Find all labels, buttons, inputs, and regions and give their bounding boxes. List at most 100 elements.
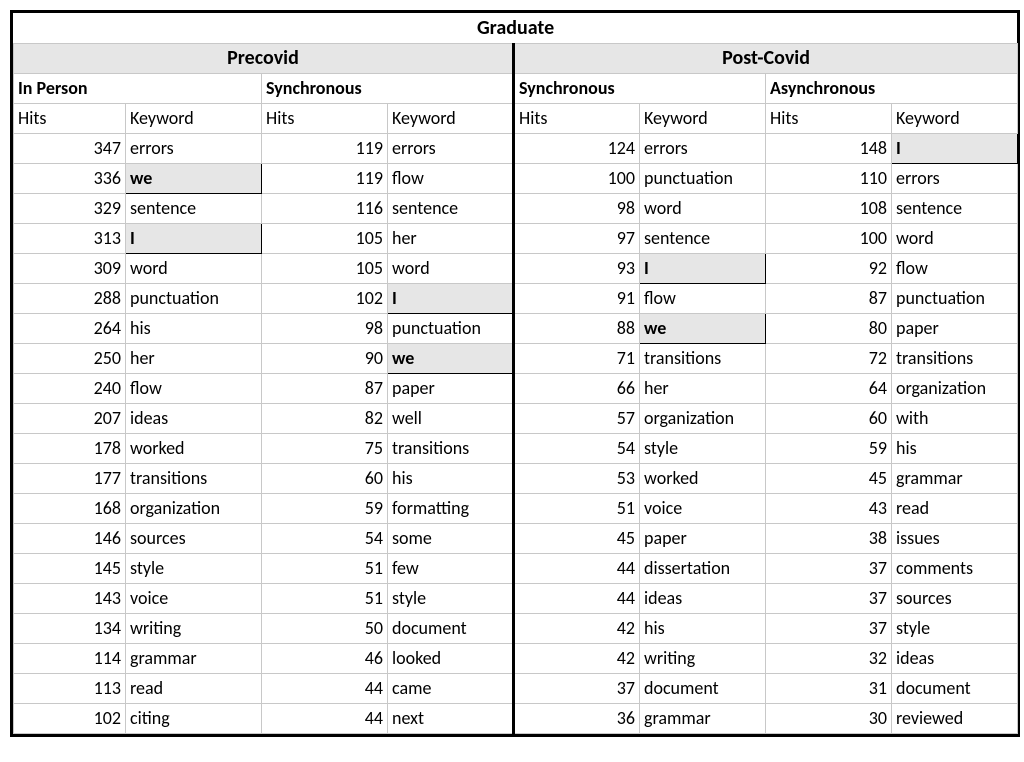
table-row: 250her90we71transitions72transitions (14, 343, 1018, 373)
hits-cell: 288 (14, 283, 126, 313)
hits-cell: 57 (514, 403, 640, 433)
keyword-cell: sentence (892, 193, 1018, 223)
hdr-keyword: Keyword (388, 103, 514, 133)
hits-cell: 264 (14, 313, 126, 343)
keyword-cell: organization (892, 373, 1018, 403)
keyword-cell: we (126, 163, 262, 193)
hdr-hits: Hits (766, 103, 892, 133)
keyword-cell: I (640, 253, 766, 283)
hits-cell: 38 (766, 523, 892, 553)
hits-cell: 108 (766, 193, 892, 223)
keyword-cell: citing (126, 703, 262, 733)
hdr-keyword: Keyword (126, 103, 262, 133)
table-row: 114grammar46looked42writing32ideas (14, 643, 1018, 673)
hits-cell: 44 (262, 673, 388, 703)
keyword-cell: word (640, 193, 766, 223)
table-row: 288punctuation102I91flow87punctuation (14, 283, 1018, 313)
keyword-cell: issues (892, 523, 1018, 553)
keyword-cell: few (388, 553, 514, 583)
cat-sync-post: Synchronous (514, 73, 766, 103)
table-row: 145style51few44dissertation37comments (14, 553, 1018, 583)
hits-cell: 105 (262, 253, 388, 283)
cat-inperson: In Person (14, 73, 262, 103)
hits-cell: 54 (262, 523, 388, 553)
keyword-cell: paper (388, 373, 514, 403)
hits-cell: 59 (262, 493, 388, 523)
hits-cell: 92 (766, 253, 892, 283)
keyword-cell: errors (126, 133, 262, 163)
table-row: 178worked75transitions54style59his (14, 433, 1018, 463)
table-row: 309word105word93I92flow (14, 253, 1018, 283)
hits-cell: 37 (766, 583, 892, 613)
hits-cell: 88 (514, 313, 640, 343)
keyword-cell: grammar (640, 703, 766, 733)
keyword-cell: we (388, 343, 514, 373)
keyword-cell: grammar (892, 463, 1018, 493)
hits-cell: 82 (262, 403, 388, 433)
keyword-cell: ideas (640, 583, 766, 613)
keyword-cell: punctuation (388, 313, 514, 343)
hits-cell: 66 (514, 373, 640, 403)
keyword-cell: comments (892, 553, 1018, 583)
keyword-cell: voice (126, 583, 262, 613)
table-row: 207ideas82well57organization60with (14, 403, 1018, 433)
hits-cell: 102 (262, 283, 388, 313)
hits-cell: 53 (514, 463, 640, 493)
hits-cell: 51 (262, 583, 388, 613)
hdr-hits: Hits (514, 103, 640, 133)
keyword-cell: sentence (126, 193, 262, 223)
keyword-cell: punctuation (640, 163, 766, 193)
cat-sync-pre: Synchronous (262, 73, 514, 103)
keyword-cell: read (892, 493, 1018, 523)
keyword-cell: errors (640, 133, 766, 163)
keyword-cell: word (126, 253, 262, 283)
keyword-cell: I (892, 133, 1018, 163)
hits-cell: 98 (514, 193, 640, 223)
table-row: 113read44came37document31document (14, 673, 1018, 703)
hits-cell: 44 (514, 553, 640, 583)
hits-cell: 42 (514, 613, 640, 643)
hits-cell: 36 (514, 703, 640, 733)
keyword-cell: some (388, 523, 514, 553)
keyword-cell: worked (640, 463, 766, 493)
hits-cell: 168 (14, 493, 126, 523)
hits-cell: 51 (262, 553, 388, 583)
keyword-cell: word (388, 253, 514, 283)
keyword-cell: worked (126, 433, 262, 463)
keyword-cell: her (640, 373, 766, 403)
keyword-cell: I (388, 283, 514, 313)
hits-cell: 87 (262, 373, 388, 403)
keyword-cell: word (892, 223, 1018, 253)
hits-cell: 32 (766, 643, 892, 673)
keyword-cell: flow (892, 253, 1018, 283)
hits-cell: 178 (14, 433, 126, 463)
hits-cell: 100 (514, 163, 640, 193)
hits-cell: 134 (14, 613, 126, 643)
hits-cell: 50 (262, 613, 388, 643)
keyword-cell: her (126, 343, 262, 373)
table-row: 347errors119errors124errors148I (14, 133, 1018, 163)
hits-cell: 90 (262, 343, 388, 373)
table-row: 329sentence116sentence98word108sentence (14, 193, 1018, 223)
hits-cell: 114 (14, 643, 126, 673)
hits-cell: 143 (14, 583, 126, 613)
keyword-cell: flow (126, 373, 262, 403)
keyword-cell: flow (640, 283, 766, 313)
hits-cell: 110 (766, 163, 892, 193)
keyword-cell: his (388, 463, 514, 493)
hits-cell: 45 (514, 523, 640, 553)
hits-cell: 148 (766, 133, 892, 163)
keyword-cell: well (388, 403, 514, 433)
keyword-cell: sources (892, 583, 1018, 613)
hdr-keyword: Keyword (892, 103, 1018, 133)
keyword-cell: style (388, 583, 514, 613)
keyword-cell: ideas (892, 643, 1018, 673)
hits-cell: 37 (766, 553, 892, 583)
keyword-cell: flow (388, 163, 514, 193)
hits-cell: 145 (14, 553, 126, 583)
hits-cell: 71 (514, 343, 640, 373)
hits-cell: 54 (514, 433, 640, 463)
graduate-table: Graduate Precovid Post-Covid In Person S… (10, 10, 1020, 737)
hits-cell: 177 (14, 463, 126, 493)
hits-cell: 51 (514, 493, 640, 523)
